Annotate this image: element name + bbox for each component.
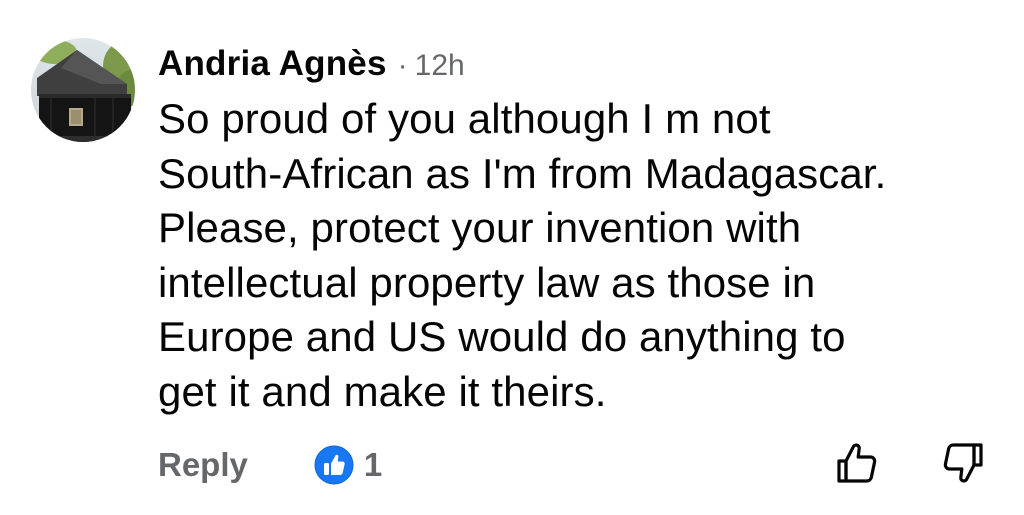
thumbs-down-outline-icon[interactable] (940, 440, 986, 486)
like-badge-icon (314, 445, 354, 485)
reaction-count: 1 (363, 446, 383, 483)
comment-actions: Reply 1 (158, 437, 382, 493)
comment-timestamp[interactable]: 12h (415, 49, 465, 82)
comment-text: So proud of you although I m not South-A… (158, 95, 887, 415)
author-avatar[interactable] (31, 38, 135, 142)
header-separator: · (397, 49, 408, 82)
comment-item: Andria Agnès · 12h So proud of you althoug… (0, 0, 1024, 515)
comment-header: Andria Agnès · 12h (158, 40, 465, 95)
avatar-house-image (31, 38, 135, 142)
reactions-summary[interactable]: 1 (314, 445, 382, 485)
reply-button[interactable]: Reply (158, 446, 248, 484)
author-name[interactable]: Andria Agnès (158, 44, 387, 83)
thumbs-up-outline-icon[interactable] (834, 440, 880, 486)
